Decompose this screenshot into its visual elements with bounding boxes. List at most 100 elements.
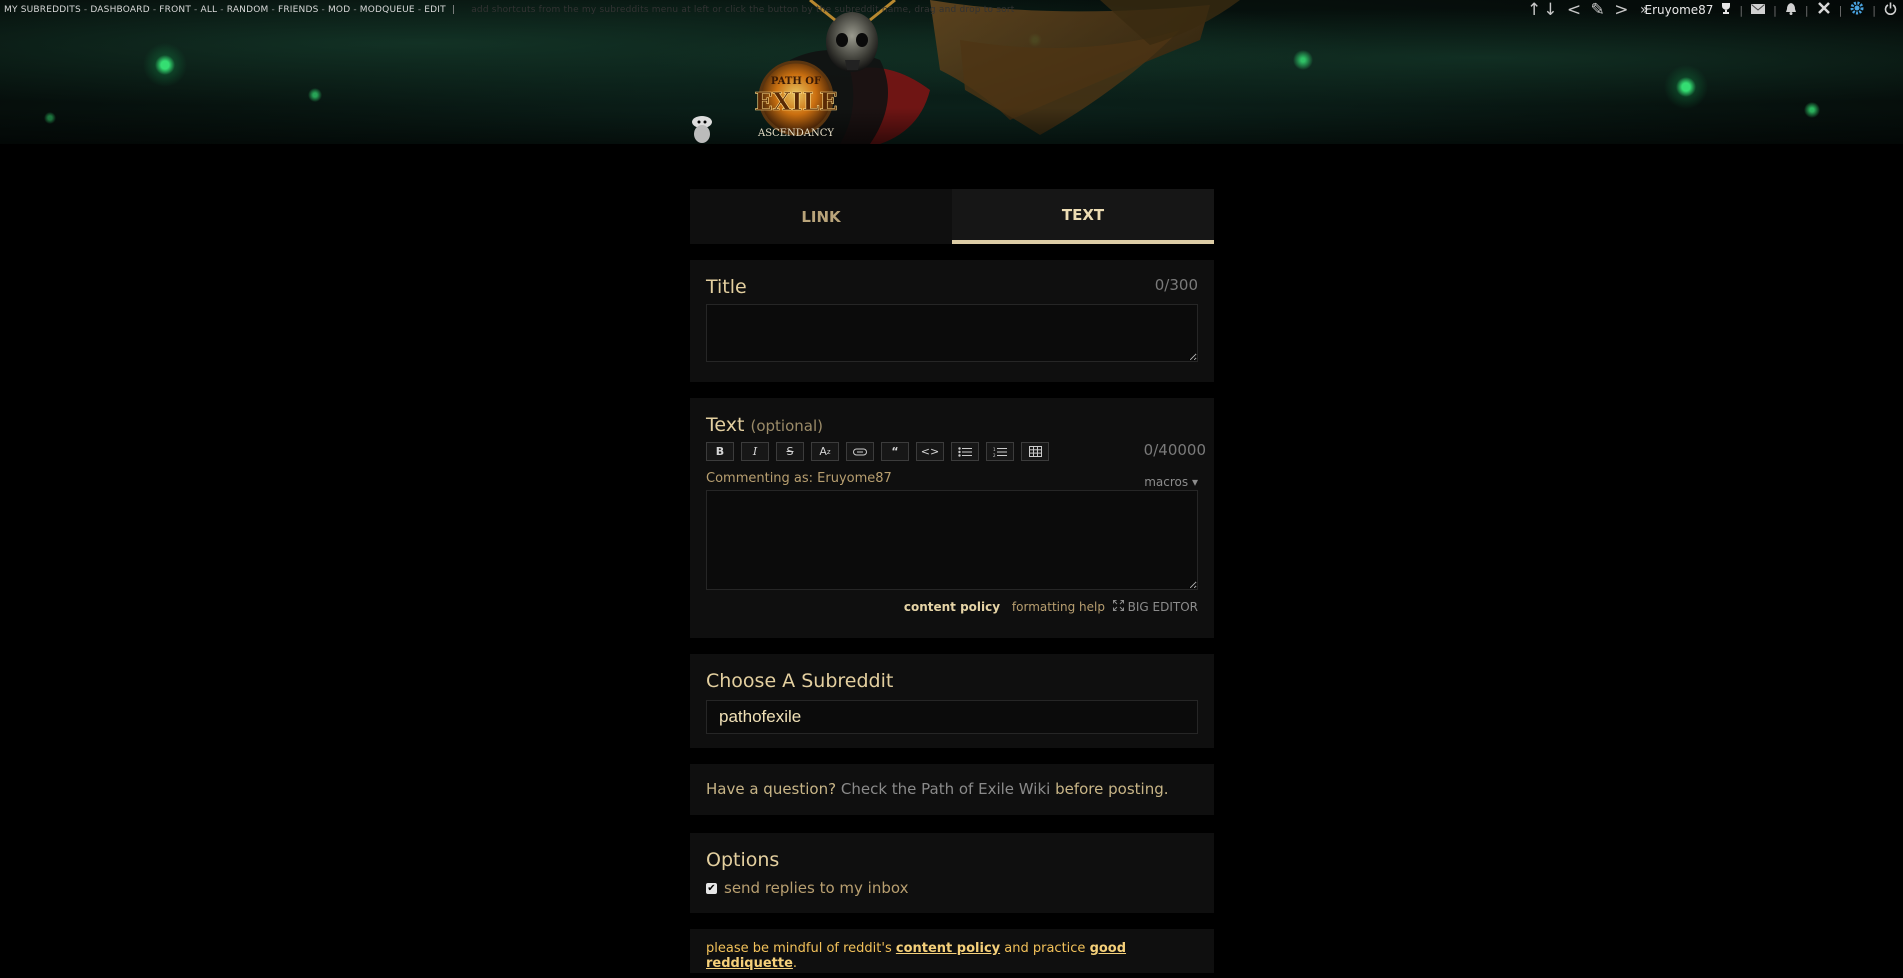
logo-top-text: PATH OF xyxy=(771,76,821,87)
superscript-glyph: A xyxy=(819,445,827,458)
title-panel: Title 0/300 xyxy=(690,260,1214,382)
notice-middle: and practice xyxy=(1004,941,1086,956)
user-bar-divider: | xyxy=(1838,3,1843,17)
header-art xyxy=(790,0,1240,144)
macros-label: macros xyxy=(1144,475,1189,489)
text-label-main: Text xyxy=(706,414,745,436)
nav-my-subreddits[interactable]: MY SUBREDDITS xyxy=(4,5,81,15)
quote-button[interactable]: “ xyxy=(881,442,909,461)
notice-text: please be mindful of reddit's content po… xyxy=(706,941,1198,971)
nav-separator: - xyxy=(220,5,224,15)
nav-shortcut-hint: add shortcuts from the my subreddits men… xyxy=(471,5,1015,15)
table-button[interactable] xyxy=(1021,442,1049,461)
text-optional: (optional) xyxy=(750,417,823,435)
svg-text:2: 2 xyxy=(993,453,996,457)
editor-links: content policy formatting help BIG EDITO… xyxy=(706,600,1198,614)
nav-separator: - xyxy=(83,5,88,15)
title-label: Title xyxy=(706,276,747,298)
subreddit-label: Choose A Subreddit xyxy=(706,670,894,692)
tab-text[interactable]: TEXT xyxy=(952,189,1214,244)
big-editor-button[interactable]: BIG EDITOR xyxy=(1112,600,1198,614)
bulleted-list-button[interactable] xyxy=(951,442,979,461)
nav-modqueue[interactable]: MODQUEUE xyxy=(360,5,415,15)
chevron-down-icon: ▾ xyxy=(1191,475,1198,489)
notice-prefix: please be mindful of reddit's xyxy=(706,941,892,956)
nav-dashboard[interactable]: DASHBOARD xyxy=(90,5,150,15)
send-replies-option[interactable]: ✔ send replies to my inbox xyxy=(706,879,1198,897)
logo-main-text: EXILE xyxy=(754,87,837,116)
markdown-toolbar: B I S Az “ <> 12 xyxy=(706,442,1198,461)
code-button[interactable]: <> xyxy=(916,442,944,461)
nav-divider: | xyxy=(451,5,456,15)
header-banner xyxy=(0,0,1903,144)
nav-separator: - xyxy=(271,5,275,15)
nav-separator: - xyxy=(194,5,198,15)
reddiquette-notice: please be mindful of reddit's content po… xyxy=(690,929,1214,973)
nav-mod[interactable]: MOD xyxy=(328,5,350,15)
user-bar-divider: | xyxy=(1804,3,1809,17)
link-icon xyxy=(853,448,867,455)
italic-button[interactable]: I xyxy=(741,442,769,461)
gear-icon[interactable] xyxy=(1850,1,1864,19)
send-replies-checkbox[interactable]: ✔ xyxy=(706,882,717,894)
bulleted-list-icon xyxy=(958,446,972,457)
text-label: Text (optional) xyxy=(706,414,1198,436)
numbered-list-button[interactable]: 12 xyxy=(986,442,1014,461)
notice-content-policy-link[interactable]: content policy xyxy=(896,941,1000,956)
commenting-as: Commenting as: Eruyome87 xyxy=(706,471,892,486)
nav-separator: - xyxy=(321,5,325,15)
formatting-help-link[interactable]: formatting help xyxy=(1012,600,1105,614)
logo-sub-text: ASCENDANCY xyxy=(757,128,834,139)
table-icon xyxy=(1028,446,1042,457)
nav-front[interactable]: FRONT xyxy=(159,5,191,15)
logout-icon[interactable] xyxy=(1884,2,1897,19)
title-counter: 0/300 xyxy=(1154,276,1198,294)
svg-text:1: 1 xyxy=(993,447,996,452)
bell-icon[interactable] xyxy=(1785,2,1797,19)
snoo-icon[interactable] xyxy=(688,112,716,144)
subreddit-input[interactable] xyxy=(706,700,1198,734)
logo-emblem: PATH OF EXILE ASCENDANCY xyxy=(754,60,838,139)
nav-separator: - xyxy=(152,5,157,15)
nav-separator: - xyxy=(353,5,357,15)
send-replies-label: send replies to my inbox xyxy=(724,879,909,897)
text-panel: Text (optional) 0/40000 B I S Az “ <> 12… xyxy=(690,398,1214,638)
tab-link[interactable]: LINK xyxy=(690,189,952,244)
sort-tools[interactable]: ↑↓ < ✎ > xyxy=(1527,0,1630,20)
nav-all[interactable]: ALL xyxy=(200,5,217,15)
subreddit-panel: Choose A Subreddit xyxy=(690,654,1214,748)
question-prefix: Have a question? xyxy=(706,780,837,798)
text-body-input[interactable] xyxy=(706,490,1198,590)
top-nav-bar: MY SUBREDDITS - DASHBOARD - FRONT - ALL - RANDOM… xyxy=(4,5,1014,15)
question-panel: Have a question? Check the Path of Exile… xyxy=(690,764,1214,815)
user-bar-divider: | xyxy=(1773,3,1777,17)
trophy-icon xyxy=(1721,2,1731,18)
question-suffix: before posting. xyxy=(1055,780,1169,798)
mod-tools-icon[interactable] xyxy=(1817,1,1831,19)
macros-dropdown[interactable]: macros ▾ xyxy=(1144,475,1198,489)
nav-friends[interactable]: FRIENDS xyxy=(278,5,319,15)
user-bar: Eruyome87 | | | | | xyxy=(1645,1,1898,19)
bold-button[interactable]: B xyxy=(706,442,734,461)
link-button[interactable] xyxy=(846,442,874,461)
submit-form: LINK TEXT Title 0/300 Text (optional) 0/… xyxy=(690,189,1214,973)
nav-edit[interactable]: EDIT xyxy=(424,5,446,15)
strikethrough-button[interactable]: S xyxy=(776,442,804,461)
user-bar-divider: | xyxy=(1872,3,1876,17)
numbered-list-icon: 12 xyxy=(993,447,1007,457)
text-counter: 0/40000 xyxy=(1143,441,1206,459)
options-label: Options xyxy=(706,849,780,871)
user-bar-divider: | xyxy=(1739,3,1744,17)
nav-random[interactable]: RANDOM xyxy=(227,5,269,15)
superscript-button[interactable]: Az xyxy=(811,442,839,461)
notice-suffix: . xyxy=(792,956,798,971)
title-input[interactable] xyxy=(706,304,1198,362)
path-of-exile-logo[interactable]: PATH OF EXILE ASCENDANCY xyxy=(744,54,848,150)
username-link[interactable]: Eruyome87 xyxy=(1645,3,1714,17)
question-text: Have a question? Check the Path of Exile… xyxy=(706,780,1198,798)
options-panel: Options ✔ send replies to my inbox xyxy=(690,833,1214,913)
wiki-link[interactable]: Check the Path of Exile Wiki xyxy=(841,780,1050,798)
content-policy-link[interactable]: content policy xyxy=(904,600,1000,614)
mail-icon[interactable] xyxy=(1751,3,1766,18)
expand-icon xyxy=(1112,600,1124,611)
